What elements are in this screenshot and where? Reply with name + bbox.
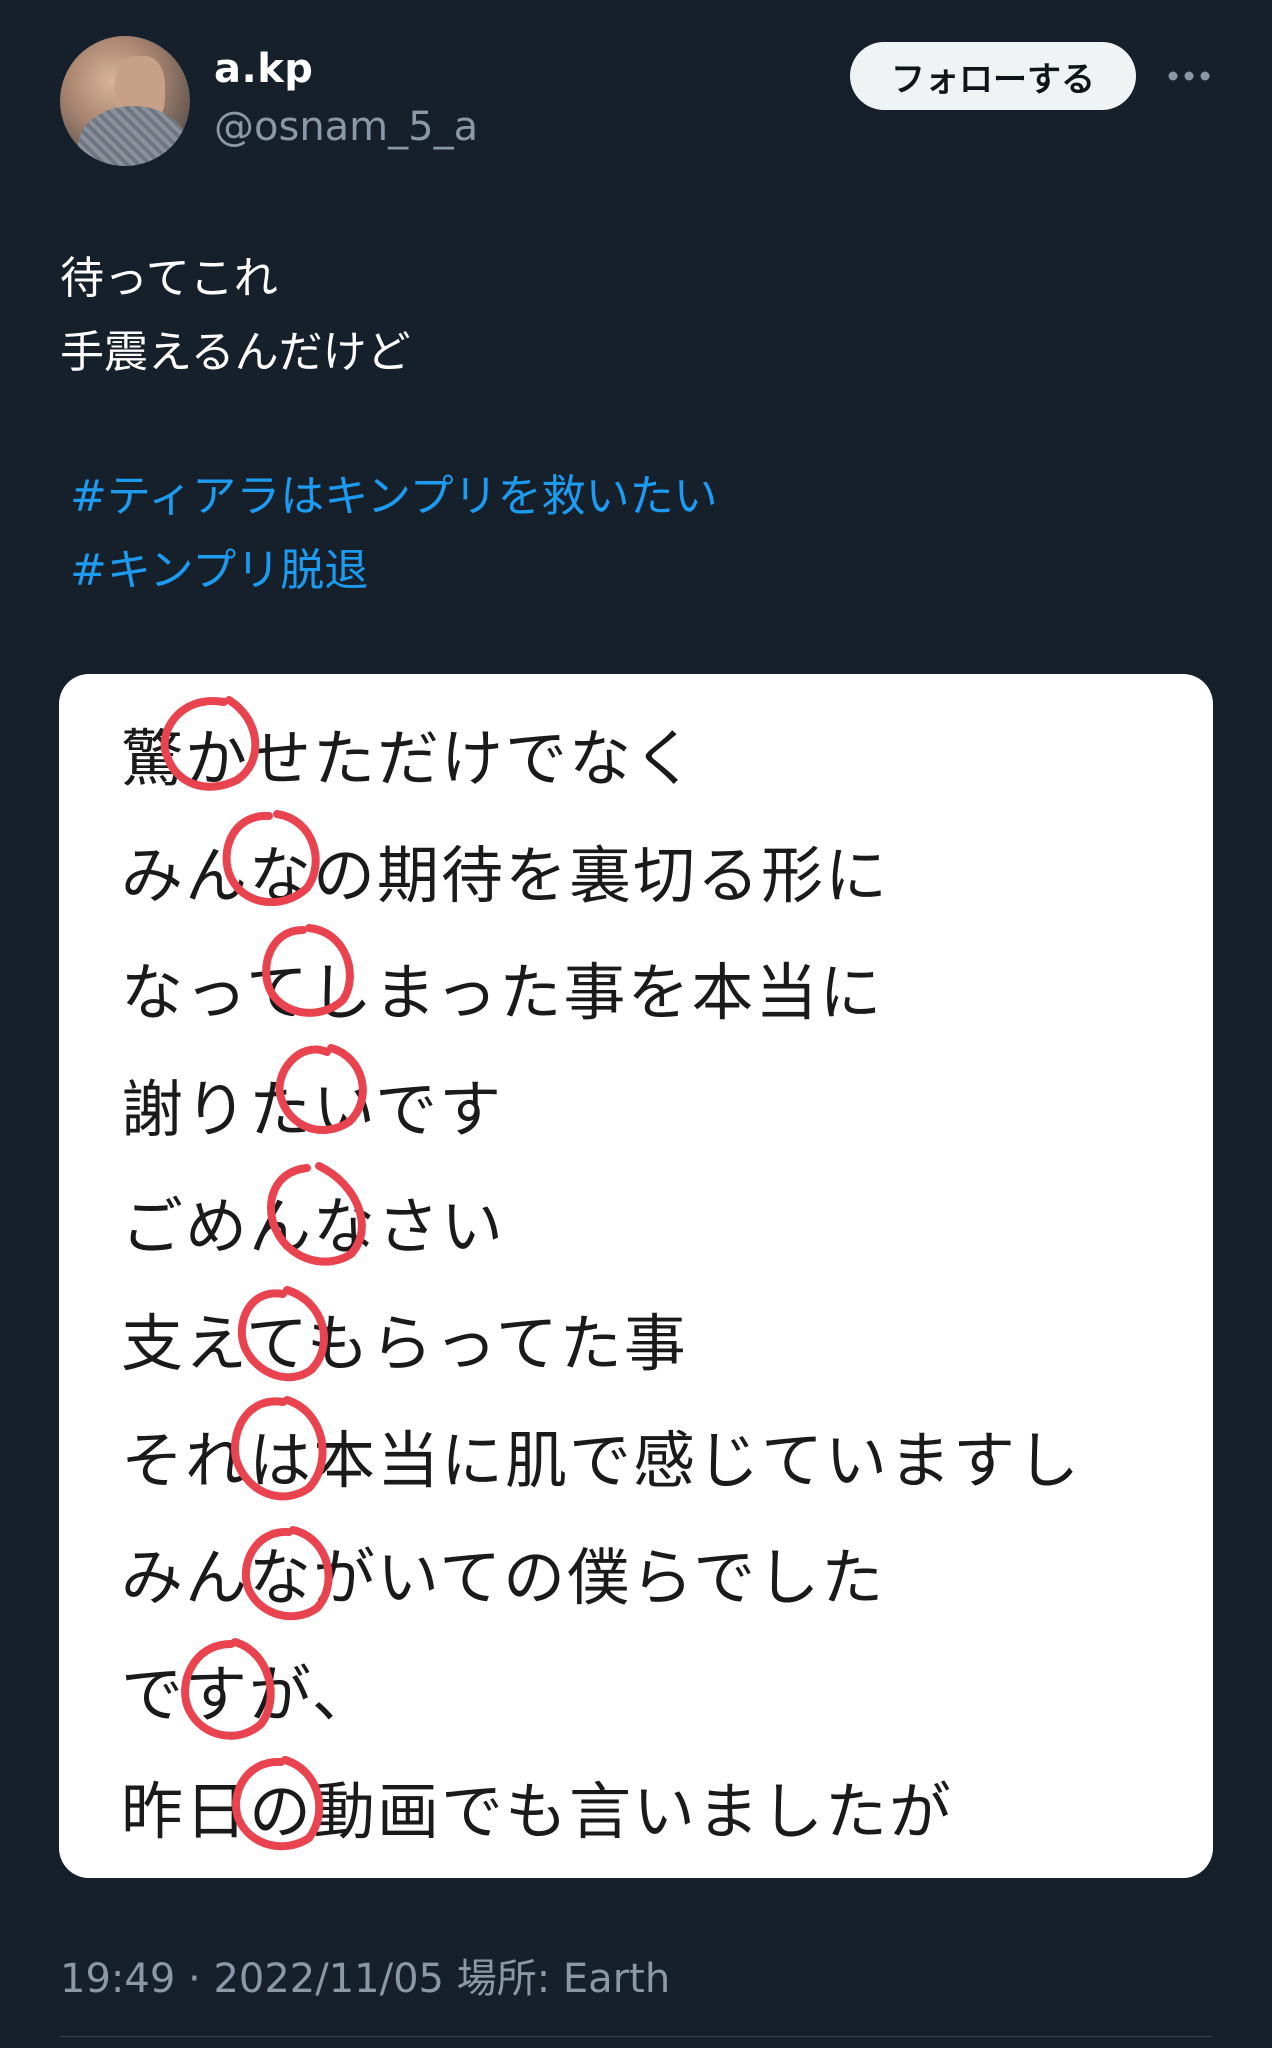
image-text-line: 驚かせただけでなく — [121, 722, 698, 795]
hashtag-link[interactable]: #キンプリ脱退 — [70, 534, 718, 608]
divider — [60, 2036, 1212, 2037]
image-text-line: みんながいての僕らでした — [121, 1541, 886, 1614]
tweet-metadata: 19:49 · 2022/11/05 場所: Earth — [60, 1946, 670, 2004]
display-name[interactable]: a.kp — [214, 46, 313, 92]
avatar[interactable] — [60, 36, 190, 166]
tweet-text-line: 手震えるんだけど — [60, 327, 411, 378]
avatar-shirt — [78, 106, 188, 166]
image-text-line: 謝りたいです — [121, 1073, 504, 1146]
image-text-line: ごめんなさい — [121, 1190, 506, 1263]
image-text-line: ですが、 — [121, 1658, 376, 1731]
hashtag-list: #ティアラはキンプリを救いたい #キンプリ脱退 — [70, 460, 718, 608]
tweet-date[interactable]: 2022/11/05 — [213, 1956, 444, 2002]
user-handle[interactable]: @osnam_5_a — [214, 104, 478, 150]
image-text-line: みんなの期待を裏切る形に — [121, 839, 890, 912]
tweet-text-line: 待ってこれ — [60, 253, 278, 304]
image-text-line: 昨日の動画でも言いましたが — [121, 1775, 954, 1848]
tweet-header: a.kp @osnam_5_a フォローする — [60, 36, 1212, 170]
hashtag-link[interactable]: #ティアラはキンプリを救いたい — [70, 460, 718, 534]
tweet-time[interactable]: 19:49 — [60, 1956, 175, 2002]
more-horizontal-icon[interactable] — [1166, 56, 1212, 96]
location-value: Earth — [562, 1956, 671, 2002]
meta-separator: · — [188, 1956, 201, 2002]
image-text-line: それは本当に肌で感じていますし — [121, 1424, 1082, 1497]
image-text-block: 驚かせただけでなく みんなの期待を裏切る形に なってしまった事を本当に 謝りたい… — [121, 700, 1081, 1870]
tweet-text: 待ってこれ 手震えるんだけど — [60, 242, 411, 390]
image-text-line: なってしまった事を本当に — [121, 956, 884, 1029]
location-label: 場所: — [456, 1956, 551, 2002]
image-text-line: 支えてもらってた事 — [121, 1307, 688, 1380]
tweet-image[interactable]: 驚かせただけでなく みんなの期待を裏切る形に なってしまった事を本当に 謝りたい… — [59, 674, 1213, 1878]
follow-button[interactable]: フォローする — [850, 42, 1136, 110]
